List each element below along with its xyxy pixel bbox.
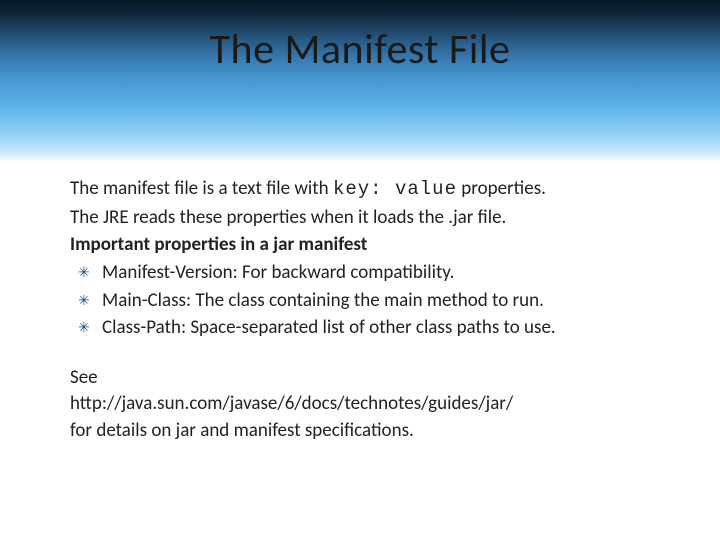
intro-1-prefix: The manifest file is a text file with xyxy=(70,177,333,200)
footer-block: See http://java.sun.com/javase/6/docs/te… xyxy=(70,365,660,444)
paragraph-intro-1: The manifest file is a text file with ke… xyxy=(70,176,660,203)
footer-url: http://java.sun.com/javase/6/docs/techno… xyxy=(70,391,660,417)
list-item: Main-Class: The class containing the mai… xyxy=(76,288,660,314)
paragraph-intro-2: The JRE reads these properties when it l… xyxy=(70,205,660,231)
slide-title: The Manifest File xyxy=(210,24,511,75)
slide-body: The manifest file is a text file with ke… xyxy=(0,162,720,444)
intro-1-suffix: properties. xyxy=(457,177,546,200)
list-item: Manifest-Version: For backward compatibi… xyxy=(76,260,660,286)
intro-1-code: key: value xyxy=(333,178,457,200)
slide-header: The Manifest File xyxy=(0,0,720,162)
list-item: Class-Path: Space-separated list of othe… xyxy=(76,315,660,341)
section-heading: Important properties in a jar manifest xyxy=(70,232,660,258)
bullet-list: Manifest-Version: For backward compatibi… xyxy=(76,260,660,341)
footer-see: See xyxy=(70,365,660,391)
footer-tail: for details on jar and manifest specific… xyxy=(70,418,660,444)
